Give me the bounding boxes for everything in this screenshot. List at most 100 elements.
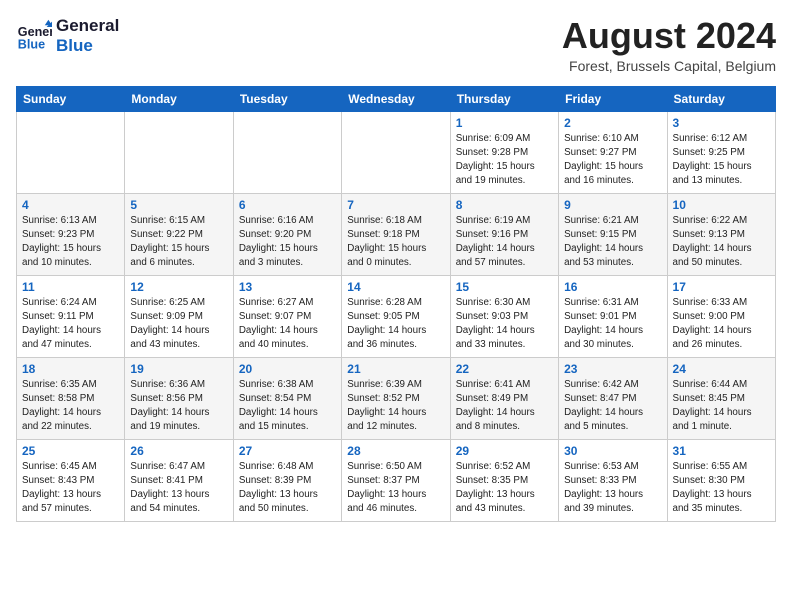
calendar-cell: 4 Sunrise: 6:13 AM Sunset: 9:23 PM Daylig…: [17, 193, 125, 275]
day-info: Sunrise: 6:22 AM Sunset: 9:13 PM Dayligh…: [673, 214, 770, 271]
calendar-cell: 25Sunrise: 6:45 AM Sunset: 8:43 PM Dayli…: [17, 439, 125, 521]
day-info: Sunrise: 6:50 AM Sunset: 8:37 PM Dayligh…: [347, 460, 444, 517]
day-number: 21: [347, 362, 444, 376]
weekday-header-friday: Friday: [559, 86, 667, 111]
logo-text-line2: Blue: [56, 36, 119, 56]
calendar-cell: 5Sunrise: 6:15 AM Sunset: 9:22 PM Daylig…: [125, 193, 233, 275]
day-info: Sunrise: 6:36 AM Sunset: 8:56 PM Dayligh…: [130, 378, 227, 435]
day-info: Sunrise: 6:28 AM Sunset: 9:05 PM Dayligh…: [347, 296, 444, 353]
day-info: Sunrise: 6:44 AM Sunset: 8:45 PM Dayligh…: [673, 378, 770, 435]
weekday-header-thursday: Thursday: [450, 86, 558, 111]
day-number: 22: [456, 362, 553, 376]
logo-icon: General Blue: [16, 18, 52, 54]
day-info: Sunrise: 6:39 AM Sunset: 8:52 PM Dayligh…: [347, 378, 444, 435]
day-info: Sunrise: 6:35 AM Sunset: 8:58 PM Dayligh…: [22, 378, 119, 435]
day-number: 14: [347, 280, 444, 294]
calendar-cell: 21 Sunrise: 6:39 AM Sunset: 8:52 PM Dayli…: [342, 357, 450, 439]
day-info: Sunrise: 6:27 AM Sunset: 9:07 PM Dayligh…: [239, 296, 336, 353]
day-number: 12: [130, 280, 227, 294]
calendar-cell: [342, 111, 450, 193]
day-info: Sunrise: 6:33 AM Sunset: 9:00 PM Dayligh…: [673, 296, 770, 353]
day-info: Sunrise: 6:15 AM Sunset: 9:22 PM Dayligh…: [130, 214, 227, 271]
day-number: 15: [456, 280, 553, 294]
day-info: Sunrise: 6:38 AM Sunset: 8:54 PM Dayligh…: [239, 378, 336, 435]
day-info: Sunrise: 6:48 AM Sunset: 8:39 PM Dayligh…: [239, 460, 336, 517]
calendar-week-row: 1Sunrise: 6:09 AM Sunset: 9:28 PM Daylig…: [17, 111, 776, 193]
day-number: 8: [456, 198, 553, 212]
calendar-cell: 29Sunrise: 6:52 AM Sunset: 8:35 PM Dayli…: [450, 439, 558, 521]
calendar-week-row: 25Sunrise: 6:45 AM Sunset: 8:43 PM Dayli…: [17, 439, 776, 521]
month-year-title: August 2024: [562, 16, 776, 56]
day-number: 13: [239, 280, 336, 294]
calendar-cell: 20 Sunrise: 6:38 AM Sunset: 8:54 PM Dayli…: [233, 357, 341, 439]
weekday-header-sunday: Sunday: [17, 86, 125, 111]
day-number: 6: [239, 198, 336, 212]
weekday-header-wednesday: Wednesday: [342, 86, 450, 111]
day-info: Sunrise: 6:18 AM Sunset: 9:18 PM Dayligh…: [347, 214, 444, 271]
day-info: Sunrise: 6:55 AM Sunset: 8:30 PM Dayligh…: [673, 460, 770, 517]
calendar-cell: 31 Sunrise: 6:55 AM Sunset: 8:30 PM Dayli…: [667, 439, 775, 521]
calendar-cell: 12Sunrise: 6:25 AM Sunset: 9:09 PM Dayli…: [125, 275, 233, 357]
calendar-cell: 3 Sunrise: 6:12 AM Sunset: 9:25 PM Daylig…: [667, 111, 775, 193]
logo: General Blue General Blue: [16, 16, 119, 55]
day-info: Sunrise: 6:13 AM Sunset: 9:23 PM Dayligh…: [22, 214, 119, 271]
calendar-cell: 17 Sunrise: 6:33 AM Sunset: 9:00 PM Dayli…: [667, 275, 775, 357]
day-number: 16: [564, 280, 661, 294]
calendar-cell: 26 Sunrise: 6:47 AM Sunset: 8:41 PM Dayli…: [125, 439, 233, 521]
day-number: 1: [456, 116, 553, 130]
day-info: Sunrise: 6:10 AM Sunset: 9:27 PM Dayligh…: [564, 132, 661, 189]
calendar-cell: 22 Sunrise: 6:41 AM Sunset: 8:49 PM Dayli…: [450, 357, 558, 439]
day-info: Sunrise: 6:31 AM Sunset: 9:01 PM Dayligh…: [564, 296, 661, 353]
calendar-week-row: 11Sunrise: 6:24 AM Sunset: 9:11 PM Dayli…: [17, 275, 776, 357]
calendar-cell: 10Sunrise: 6:22 AM Sunset: 9:13 PM Dayli…: [667, 193, 775, 275]
calendar-cell: 1Sunrise: 6:09 AM Sunset: 9:28 PM Daylig…: [450, 111, 558, 193]
day-number: 26: [130, 444, 227, 458]
calendar-cell: 15 Sunrise: 6:30 AM Sunset: 9:03 PM Dayli…: [450, 275, 558, 357]
calendar-cell: 30 Sunrise: 6:53 AM Sunset: 8:33 PM Dayli…: [559, 439, 667, 521]
day-info: Sunrise: 6:30 AM Sunset: 9:03 PM Dayligh…: [456, 296, 553, 353]
calendar-cell: 27 Sunrise: 6:48 AM Sunset: 8:39 PM Dayli…: [233, 439, 341, 521]
calendar-cell: [17, 111, 125, 193]
day-info: Sunrise: 6:12 AM Sunset: 9:25 PM Dayligh…: [673, 132, 770, 189]
calendar-cell: 19 Sunrise: 6:36 AM Sunset: 8:56 PM Dayli…: [125, 357, 233, 439]
day-number: 19: [130, 362, 227, 376]
calendar-cell: 13 Sunrise: 6:27 AM Sunset: 9:07 PM Dayli…: [233, 275, 341, 357]
day-info: Sunrise: 6:19 AM Sunset: 9:16 PM Dayligh…: [456, 214, 553, 271]
calendar-cell: 14 Sunrise: 6:28 AM Sunset: 9:05 PM Dayli…: [342, 275, 450, 357]
calendar-cell: 9Sunrise: 6:21 AM Sunset: 9:15 PM Daylig…: [559, 193, 667, 275]
weekday-header-saturday: Saturday: [667, 86, 775, 111]
day-number: 2: [564, 116, 661, 130]
calendar-cell: 11Sunrise: 6:24 AM Sunset: 9:11 PM Dayli…: [17, 275, 125, 357]
day-number: 18: [22, 362, 119, 376]
title-block: August 2024 Forest, Brussels Capital, Be…: [562, 16, 776, 74]
day-info: Sunrise: 6:42 AM Sunset: 8:47 PM Dayligh…: [564, 378, 661, 435]
calendar-cell: 24Sunrise: 6:44 AM Sunset: 8:45 PM Dayli…: [667, 357, 775, 439]
page-header: General Blue General Blue August 2024 Fo…: [16, 16, 776, 74]
day-number: 20: [239, 362, 336, 376]
day-number: 25: [22, 444, 119, 458]
day-info: Sunrise: 6:16 AM Sunset: 9:20 PM Dayligh…: [239, 214, 336, 271]
calendar-cell: 8 Sunrise: 6:19 AM Sunset: 9:16 PM Daylig…: [450, 193, 558, 275]
day-number: 28: [347, 444, 444, 458]
calendar-cell: 16 Sunrise: 6:31 AM Sunset: 9:01 PM Dayli…: [559, 275, 667, 357]
calendar-week-row: 4 Sunrise: 6:13 AM Sunset: 9:23 PM Daylig…: [17, 193, 776, 275]
day-info: Sunrise: 6:53 AM Sunset: 8:33 PM Dayligh…: [564, 460, 661, 517]
day-number: 27: [239, 444, 336, 458]
day-number: 31: [673, 444, 770, 458]
day-info: Sunrise: 6:41 AM Sunset: 8:49 PM Dayligh…: [456, 378, 553, 435]
day-number: 23: [564, 362, 661, 376]
day-number: 30: [564, 444, 661, 458]
calendar-table: SundayMondayTuesdayWednesdayThursdayFrid…: [16, 86, 776, 522]
location-subtitle: Forest, Brussels Capital, Belgium: [562, 58, 776, 74]
calendar-cell: 18 Sunrise: 6:35 AM Sunset: 8:58 PM Dayli…: [17, 357, 125, 439]
day-number: 17: [673, 280, 770, 294]
day-number: 3: [673, 116, 770, 130]
svg-text:Blue: Blue: [18, 37, 45, 51]
weekday-header-tuesday: Tuesday: [233, 86, 341, 111]
day-number: 29: [456, 444, 553, 458]
day-info: Sunrise: 6:47 AM Sunset: 8:41 PM Dayligh…: [130, 460, 227, 517]
calendar-cell: 2 Sunrise: 6:10 AM Sunset: 9:27 PM Daylig…: [559, 111, 667, 193]
day-number: 4: [22, 198, 119, 212]
day-info: Sunrise: 6:24 AM Sunset: 9:11 PM Dayligh…: [22, 296, 119, 353]
calendar-cell: 7Sunrise: 6:18 AM Sunset: 9:18 PM Daylig…: [342, 193, 450, 275]
